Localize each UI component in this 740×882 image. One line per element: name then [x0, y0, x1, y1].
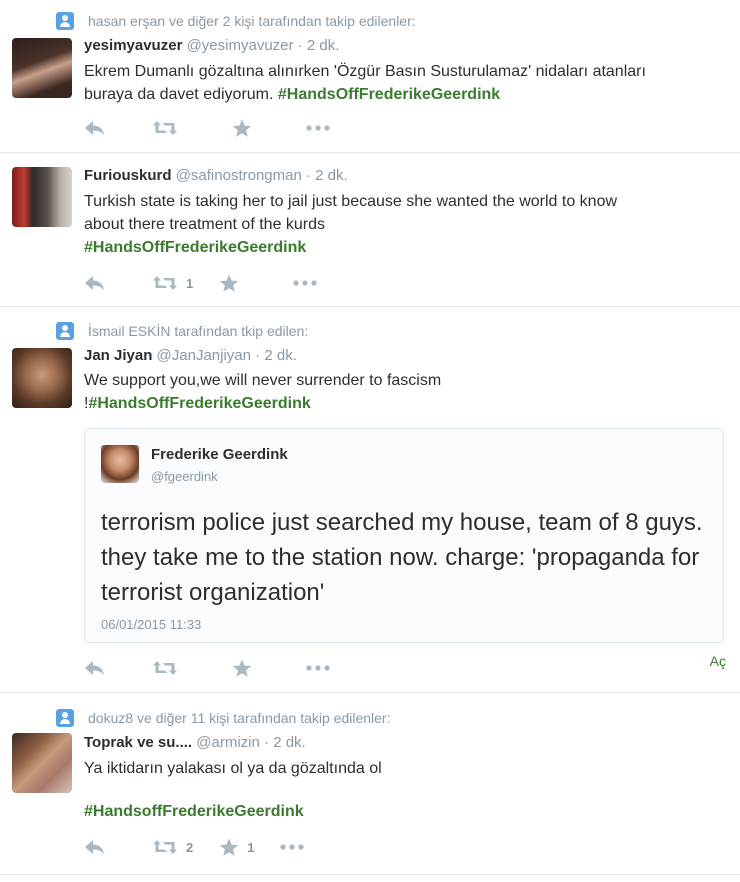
quoted-tweet[interactable]: Frederike Geerdink @fgeerdink terrorism …	[84, 428, 724, 643]
person-icon	[56, 709, 74, 727]
tweet-header: Jan Jiyan @JanJanjiyan · 2 dk.	[84, 347, 297, 364]
retweet-count: 2	[186, 839, 194, 855]
tweet-text-line: Turkish state is taking her to jail just…	[84, 193, 618, 210]
tweet-text-line: buraya da davet ediyorum.	[84, 86, 278, 103]
tweet-text: Turkish state is taking her to jail just…	[84, 190, 724, 259]
tweet-header: Furiouskurd @safinostrongman · 2 dk.	[84, 167, 348, 184]
more-icon[interactable]	[306, 117, 330, 139]
reply-icon[interactable]	[84, 836, 106, 858]
username[interactable]: @JanJanjiyan	[157, 347, 251, 364]
username[interactable]: @yesimyavuzer	[187, 37, 294, 54]
fullname[interactable]: Furiouskurd	[84, 167, 172, 184]
separator: ·	[251, 347, 265, 364]
retweet-icon[interactable]: 1	[152, 272, 193, 294]
reply-icon[interactable]	[84, 117, 106, 139]
person-icon	[56, 12, 74, 30]
open-link[interactable]: Aç	[710, 653, 726, 669]
star-icon[interactable]	[219, 272, 247, 294]
avatar[interactable]	[12, 733, 72, 793]
tweet[interactable]: dokuz8 ve diğer 11 kişi tarafından takip…	[0, 693, 740, 875]
avatar[interactable]	[12, 167, 72, 227]
fullname[interactable]: Toprak ve su....	[84, 734, 192, 751]
retweet-count: 1	[186, 275, 194, 291]
avatar[interactable]	[12, 38, 72, 98]
follow-context: İsmail ESKİN tarafından tkip edilen:	[56, 322, 308, 340]
more-icon[interactable]	[306, 657, 330, 679]
timestamp[interactable]: 2 dk.	[307, 37, 340, 54]
timestamp[interactable]: 2 dk.	[315, 167, 348, 184]
username[interactable]: @armizin	[196, 734, 260, 751]
tweet-text-line: Ekrem Dumanlı gözaltına alınırken 'Özgür…	[84, 63, 646, 80]
tweet-header: Toprak ve su.... @armizin · 2 dk.	[84, 734, 306, 751]
follow-context-text: İsmail ESKİN tarafından tkip edilen:	[88, 323, 309, 339]
retweet-icon[interactable]	[152, 657, 186, 679]
retweet-icon[interactable]: 2	[152, 836, 193, 858]
separator: ·	[293, 37, 307, 54]
fullname[interactable]: yesimyavuzer	[84, 37, 182, 54]
tweet-text: Ya iktidarın yalakası ol ya da gözaltınd…	[84, 757, 724, 780]
follow-context: dokuz8 ve diğer 11 kişi tarafından takip…	[56, 709, 390, 727]
retweet-icon[interactable]	[152, 117, 186, 139]
tweet[interactable]: Furiouskurd @safinostrongman · 2 dk. Tur…	[0, 153, 740, 307]
star-icon[interactable]: 1	[219, 836, 254, 858]
tweet[interactable]: hasan erşan ve diğer 2 kişi tarafından t…	[0, 0, 740, 153]
quoted-fullname[interactable]: Frederike Geerdink	[151, 446, 288, 463]
tweet-text-line: Ya iktidarın yalakası ol ya da gözaltınd…	[84, 760, 382, 777]
fullname[interactable]: Jan Jiyan	[84, 347, 152, 364]
separator: ·	[301, 167, 316, 184]
more-icon[interactable]	[293, 272, 317, 294]
star-icon[interactable]	[232, 117, 260, 139]
separator: ·	[259, 734, 274, 751]
username[interactable]: @safinostrongman	[176, 167, 302, 184]
reply-icon[interactable]	[84, 272, 106, 294]
tweet-actions	[84, 657, 376, 679]
tweet-actions: 1	[84, 272, 363, 294]
person-icon	[56, 322, 74, 340]
tweet-text-line: about there treatment of the kurds	[84, 216, 326, 233]
tweet-hashtag-line: #HandsoffFrederikeGeerdink	[84, 800, 724, 823]
more-icon[interactable]	[280, 836, 305, 858]
tweet-actions: 2 1	[84, 836, 350, 858]
tweet-text: We support you,we will never surrender t…	[84, 369, 724, 415]
timestamp[interactable]: 2 dk.	[273, 734, 306, 751]
tweet-header: yesimyavuzer @yesimyavuzer · 2 dk.	[84, 37, 339, 54]
hashtag-link[interactable]: #HandsoffFrederikeGeerdink	[84, 803, 304, 820]
reply-icon[interactable]	[84, 657, 106, 679]
quoted-avatar[interactable]	[101, 445, 139, 483]
hashtag-link[interactable]: #HandsOffFrederikeGeerdink	[278, 86, 500, 103]
tweet-actions	[84, 117, 376, 139]
tweet-text: Ekrem Dumanlı gözaltına alınırken 'Özgür…	[84, 60, 724, 106]
avatar[interactable]	[12, 348, 72, 408]
favorite-count: 1	[247, 839, 255, 855]
follow-context-text: hasan erşan ve diğer 2 kişi tarafından t…	[88, 13, 416, 29]
quoted-text: terrorism police just searched my house,…	[101, 509, 703, 606]
quoted-username[interactable]: @fgeerdink	[151, 469, 218, 484]
follow-context: hasan erşan ve diğer 2 kişi tarafından t…	[56, 12, 416, 30]
hashtag-link[interactable]: #HandsOffFrederikeGeerdink	[84, 239, 306, 256]
star-icon[interactable]	[232, 657, 260, 679]
hashtag-link[interactable]: #HandsOffFrederikeGeerdink	[88, 395, 310, 412]
follow-context-text: dokuz8 ve diğer 11 kişi tarafından takip…	[88, 710, 391, 726]
tweet-text-line: We support you,we will never surrender t…	[84, 372, 442, 389]
quoted-date: 06/01/2015 11:33	[101, 617, 202, 632]
timestamp[interactable]: 2 dk.	[264, 347, 297, 364]
